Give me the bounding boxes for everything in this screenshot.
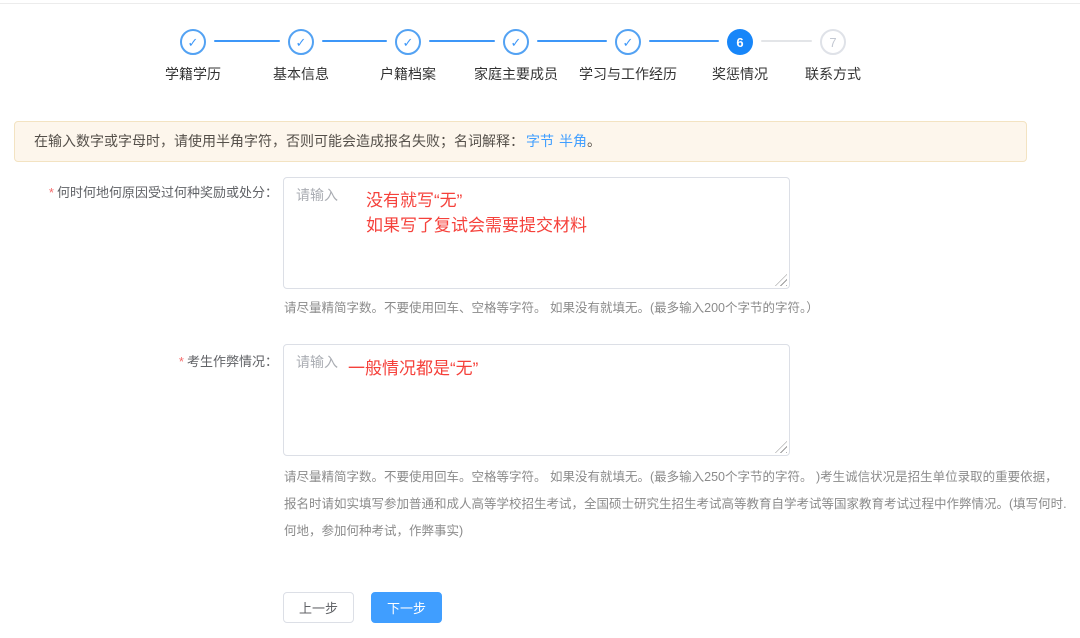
stepper-step-jiangcheng-active[interactable]: 6 奖惩情况: [712, 0, 768, 84]
step-check-icon: ✓: [395, 29, 421, 55]
awards-textarea[interactable]: [283, 177, 790, 289]
required-asterisk: *: [179, 354, 184, 369]
step-label: 家庭主要成员: [474, 64, 558, 84]
step-check-icon: ✓: [615, 29, 641, 55]
banner-suffix: 。: [587, 133, 601, 149]
required-asterisk: *: [49, 185, 54, 200]
step-label: 户籍档案: [380, 64, 436, 84]
stepper-step-lianxi[interactable]: 7 联系方式: [805, 0, 861, 84]
step-check-icon: ✓: [288, 29, 314, 55]
stepper-step-xueji[interactable]: ✓ 学籍学历: [165, 0, 221, 84]
stepper-step-xuexi[interactable]: ✓ 学习与工作经历: [579, 0, 677, 84]
stepper: ✓ 学籍学历 ✓ 基本信息 ✓ 户籍档案 ✓ 家庭主要成员 ✓ 学习与工作经历 …: [0, 0, 1080, 100]
step-label: 学习与工作经历: [579, 64, 677, 84]
step-number-badge: 6: [727, 29, 753, 55]
halfwidth-warning-banner: 在输入数字或字母时，请使用半角字符，否则可能会造成报名失败；名词解释：字节半角。: [14, 121, 1027, 162]
banner-text: 在输入数字或字母时，请使用半角字符，否则可能会造成报名失败；名词解释：: [34, 133, 524, 149]
halfwidth-term-link[interactable]: 半角: [559, 133, 587, 149]
step-check-icon: ✓: [503, 29, 529, 55]
awards-helper-text: 请尽量精简字数。不要使用回车、空格等字符。 如果没有就填无。(最多输入200个字…: [284, 295, 819, 322]
cheating-helper-text: 请尽量精简字数。不要使用回车。空格等字符。 如果没有就填无。(最多输入250个字…: [284, 464, 1067, 545]
step-number-badge: 7: [820, 29, 846, 55]
stepper-step-huji[interactable]: ✓ 户籍档案: [380, 0, 436, 84]
step-label: 基本信息: [273, 64, 329, 84]
next-step-button[interactable]: 下一步: [371, 592, 442, 623]
step-connector: [214, 40, 280, 42]
awards-textarea-wrap: [283, 177, 790, 289]
cheating-field-label: *考生作弊情况：: [0, 351, 278, 370]
stepper-step-jiben[interactable]: ✓ 基本信息: [273, 0, 329, 84]
step-connector: [322, 40, 387, 42]
cheating-textarea-wrap: [283, 344, 790, 456]
previous-step-button[interactable]: 上一步: [283, 592, 354, 623]
cheating-textarea[interactable]: [283, 344, 790, 456]
registration-form-page: ✓ 学籍学历 ✓ 基本信息 ✓ 户籍档案 ✓ 家庭主要成员 ✓ 学习与工作经历 …: [0, 0, 1080, 638]
step-label: 奖惩情况: [712, 64, 768, 84]
step-label: 学籍学历: [165, 64, 221, 84]
step-label: 联系方式: [805, 64, 861, 84]
stepper-step-jiating[interactable]: ✓ 家庭主要成员: [474, 0, 558, 84]
byte-term-link[interactable]: 字节: [526, 133, 554, 149]
step-check-icon: ✓: [180, 29, 206, 55]
awards-field-label: *何时何地何原因受过何种奖励或处分：: [0, 182, 278, 201]
